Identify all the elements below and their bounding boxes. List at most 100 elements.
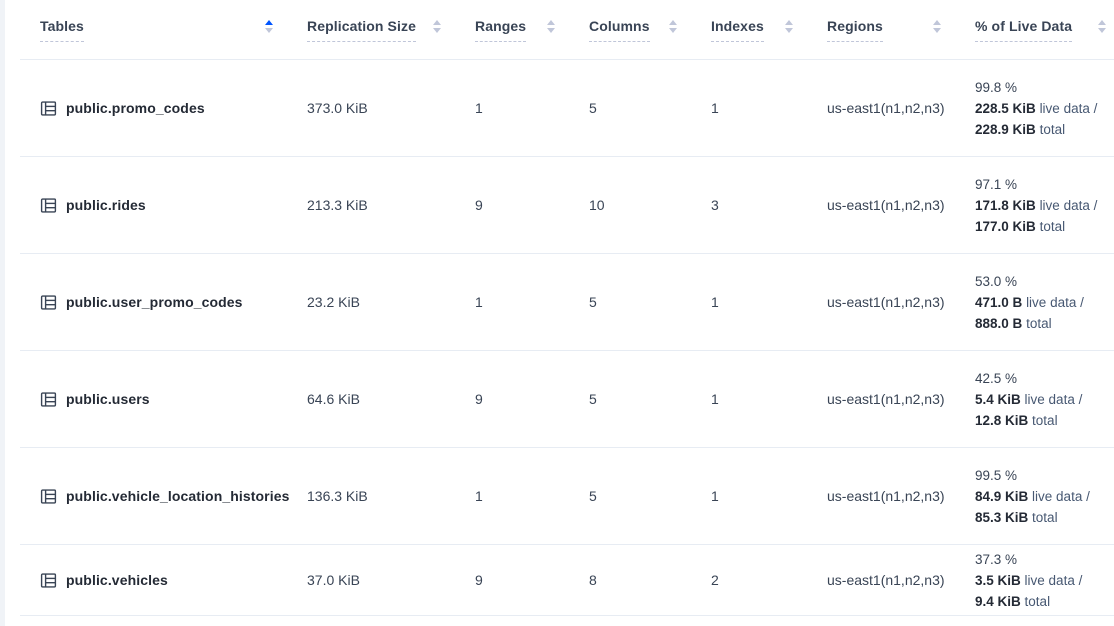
table-icon (40, 197, 57, 214)
regions-cell: us-east1(n1,n2,n3) (827, 254, 975, 350)
column-header-label: Replication Size (307, 18, 416, 42)
columns-cell: 5 (589, 448, 711, 544)
table-icon (40, 100, 57, 117)
sort-arrows-icon[interactable] (265, 20, 273, 33)
total-data-amount-line: 12.8 KiB total (975, 410, 1058, 431)
replication-size-cell: 23.2 KiB (307, 254, 475, 350)
page-left-gutter (0, 0, 5, 626)
ranges-cell: 1 (475, 60, 589, 156)
column-header[interactable]: Tables (20, 0, 307, 59)
regions-cell: us-east1(n1,n2,n3) (827, 60, 975, 156)
replication-size-cell: 213.3 KiB (307, 157, 475, 253)
columns-cell: 5 (589, 60, 711, 156)
live-data-amount-line: 84.9 KiB live data / (975, 486, 1090, 507)
column-header[interactable]: Columns (589, 0, 711, 59)
sort-up-arrow-icon (547, 20, 555, 25)
sort-down-arrow-icon (547, 28, 555, 33)
replication-size-cell: 37.0 KiB (307, 545, 475, 615)
tables-list: Tables Replication Size Ranges Columns I… (20, 0, 1114, 616)
table-icon (40, 294, 57, 311)
total-data-amount-line: 228.9 KiB total (975, 119, 1065, 140)
live-data-percent: 37.3 % (975, 549, 1017, 570)
table-name: public.vehicles (66, 572, 168, 588)
regions-cell: us-east1(n1,n2,n3) (827, 351, 975, 447)
column-header[interactable]: Replication Size (307, 0, 475, 59)
sort-down-arrow-icon (1098, 28, 1106, 33)
table-name: public.user_promo_codes (66, 294, 243, 310)
regions-cell: us-east1(n1,n2,n3) (827, 157, 975, 253)
ranges-cell: 9 (475, 157, 589, 253)
total-data-amount-line: 9.4 KiB total (975, 591, 1050, 612)
table-name-cell[interactable]: public.rides (20, 157, 307, 253)
table-row: public.rides 213.3 KiB 9 10 3 us-east1(n… (20, 157, 1114, 254)
column-header[interactable]: Indexes (711, 0, 827, 59)
sort-arrows-icon[interactable] (433, 20, 441, 33)
table-icon (40, 391, 57, 408)
sort-down-arrow-icon (785, 28, 793, 33)
indexes-cell: 1 (711, 448, 827, 544)
live-data-percent: 99.8 % (975, 77, 1017, 98)
table-name-cell[interactable]: public.user_promo_codes (20, 254, 307, 350)
sort-down-arrow-icon (265, 28, 273, 33)
live-data-amount-line: 471.0 B live data / (975, 292, 1084, 313)
total-data-amount-line: 888.0 B total (975, 313, 1052, 334)
table-body: public.promo_codes 373.0 KiB 1 5 1 us-ea… (20, 60, 1114, 616)
live-data-cell: 97.1 % 171.8 KiB live data / 177.0 KiB t… (975, 157, 1114, 253)
table-name: public.vehicle_location_histories (66, 488, 289, 504)
live-data-cell: 99.8 % 228.5 KiB live data / 228.9 KiB t… (975, 60, 1114, 156)
live-data-amount-line: 3.5 KiB live data / (975, 570, 1082, 591)
table-header-row: Tables Replication Size Ranges Columns I… (20, 0, 1114, 60)
column-header[interactable]: Regions (827, 0, 975, 59)
table-row: public.vehicles 37.0 KiB 9 8 2 us-east1(… (20, 545, 1114, 616)
regions-cell: us-east1(n1,n2,n3) (827, 448, 975, 544)
table-row: public.users 64.6 KiB 9 5 1 us-east1(n1,… (20, 351, 1114, 448)
indexes-cell: 2 (711, 545, 827, 615)
ranges-cell: 9 (475, 351, 589, 447)
table-icon (40, 488, 57, 505)
columns-cell: 10 (589, 157, 711, 253)
column-header-label: % of Live Data (975, 18, 1072, 42)
column-header-label: Tables (40, 18, 84, 42)
live-data-cell: 53.0 % 471.0 B live data / 888.0 B total (975, 254, 1114, 350)
table-name-cell[interactable]: public.users (20, 351, 307, 447)
sort-up-arrow-icon (933, 20, 941, 25)
column-header-label: Columns (589, 18, 650, 42)
column-header[interactable]: % of Live Data (975, 0, 1114, 59)
sort-up-arrow-icon (669, 20, 677, 25)
sort-down-arrow-icon (433, 28, 441, 33)
sort-arrows-icon[interactable] (547, 20, 555, 33)
sort-down-arrow-icon (669, 28, 677, 33)
column-header-label: Indexes (711, 18, 764, 42)
regions-cell: us-east1(n1,n2,n3) (827, 545, 975, 615)
sort-up-arrow-icon (785, 20, 793, 25)
table-name: public.promo_codes (66, 100, 205, 116)
table-row: public.promo_codes 373.0 KiB 1 5 1 us-ea… (20, 60, 1114, 157)
columns-cell: 5 (589, 351, 711, 447)
sort-arrows-icon[interactable] (669, 20, 677, 33)
live-data-cell: 42.5 % 5.4 KiB live data / 12.8 KiB tota… (975, 351, 1114, 447)
column-header-label: Ranges (475, 18, 526, 42)
live-data-amount-line: 5.4 KiB live data / (975, 389, 1082, 410)
ranges-cell: 1 (475, 448, 589, 544)
table-name-cell[interactable]: public.vehicle_location_histories (20, 448, 307, 544)
sort-arrows-icon[interactable] (1098, 20, 1106, 33)
table-row: public.user_promo_codes 23.2 KiB 1 5 1 u… (20, 254, 1114, 351)
sort-arrows-icon[interactable] (785, 20, 793, 33)
indexes-cell: 1 (711, 351, 827, 447)
ranges-cell: 9 (475, 545, 589, 615)
live-data-cell: 37.3 % 3.5 KiB live data / 9.4 KiB total (975, 545, 1114, 615)
live-data-amount-line: 171.8 KiB live data / (975, 195, 1097, 216)
replication-size-cell: 136.3 KiB (307, 448, 475, 544)
table-name-cell[interactable]: public.vehicles (20, 545, 307, 615)
columns-cell: 5 (589, 254, 711, 350)
indexes-cell: 1 (711, 60, 827, 156)
table-name-cell[interactable]: public.promo_codes (20, 60, 307, 156)
live-data-percent: 42.5 % (975, 368, 1017, 389)
sort-arrows-icon[interactable] (933, 20, 941, 33)
table-name: public.users (66, 391, 150, 407)
table-icon (40, 572, 57, 589)
live-data-percent: 97.1 % (975, 174, 1017, 195)
column-header[interactable]: Ranges (475, 0, 589, 59)
sort-up-arrow-icon (1098, 20, 1106, 25)
table-name: public.rides (66, 197, 146, 213)
